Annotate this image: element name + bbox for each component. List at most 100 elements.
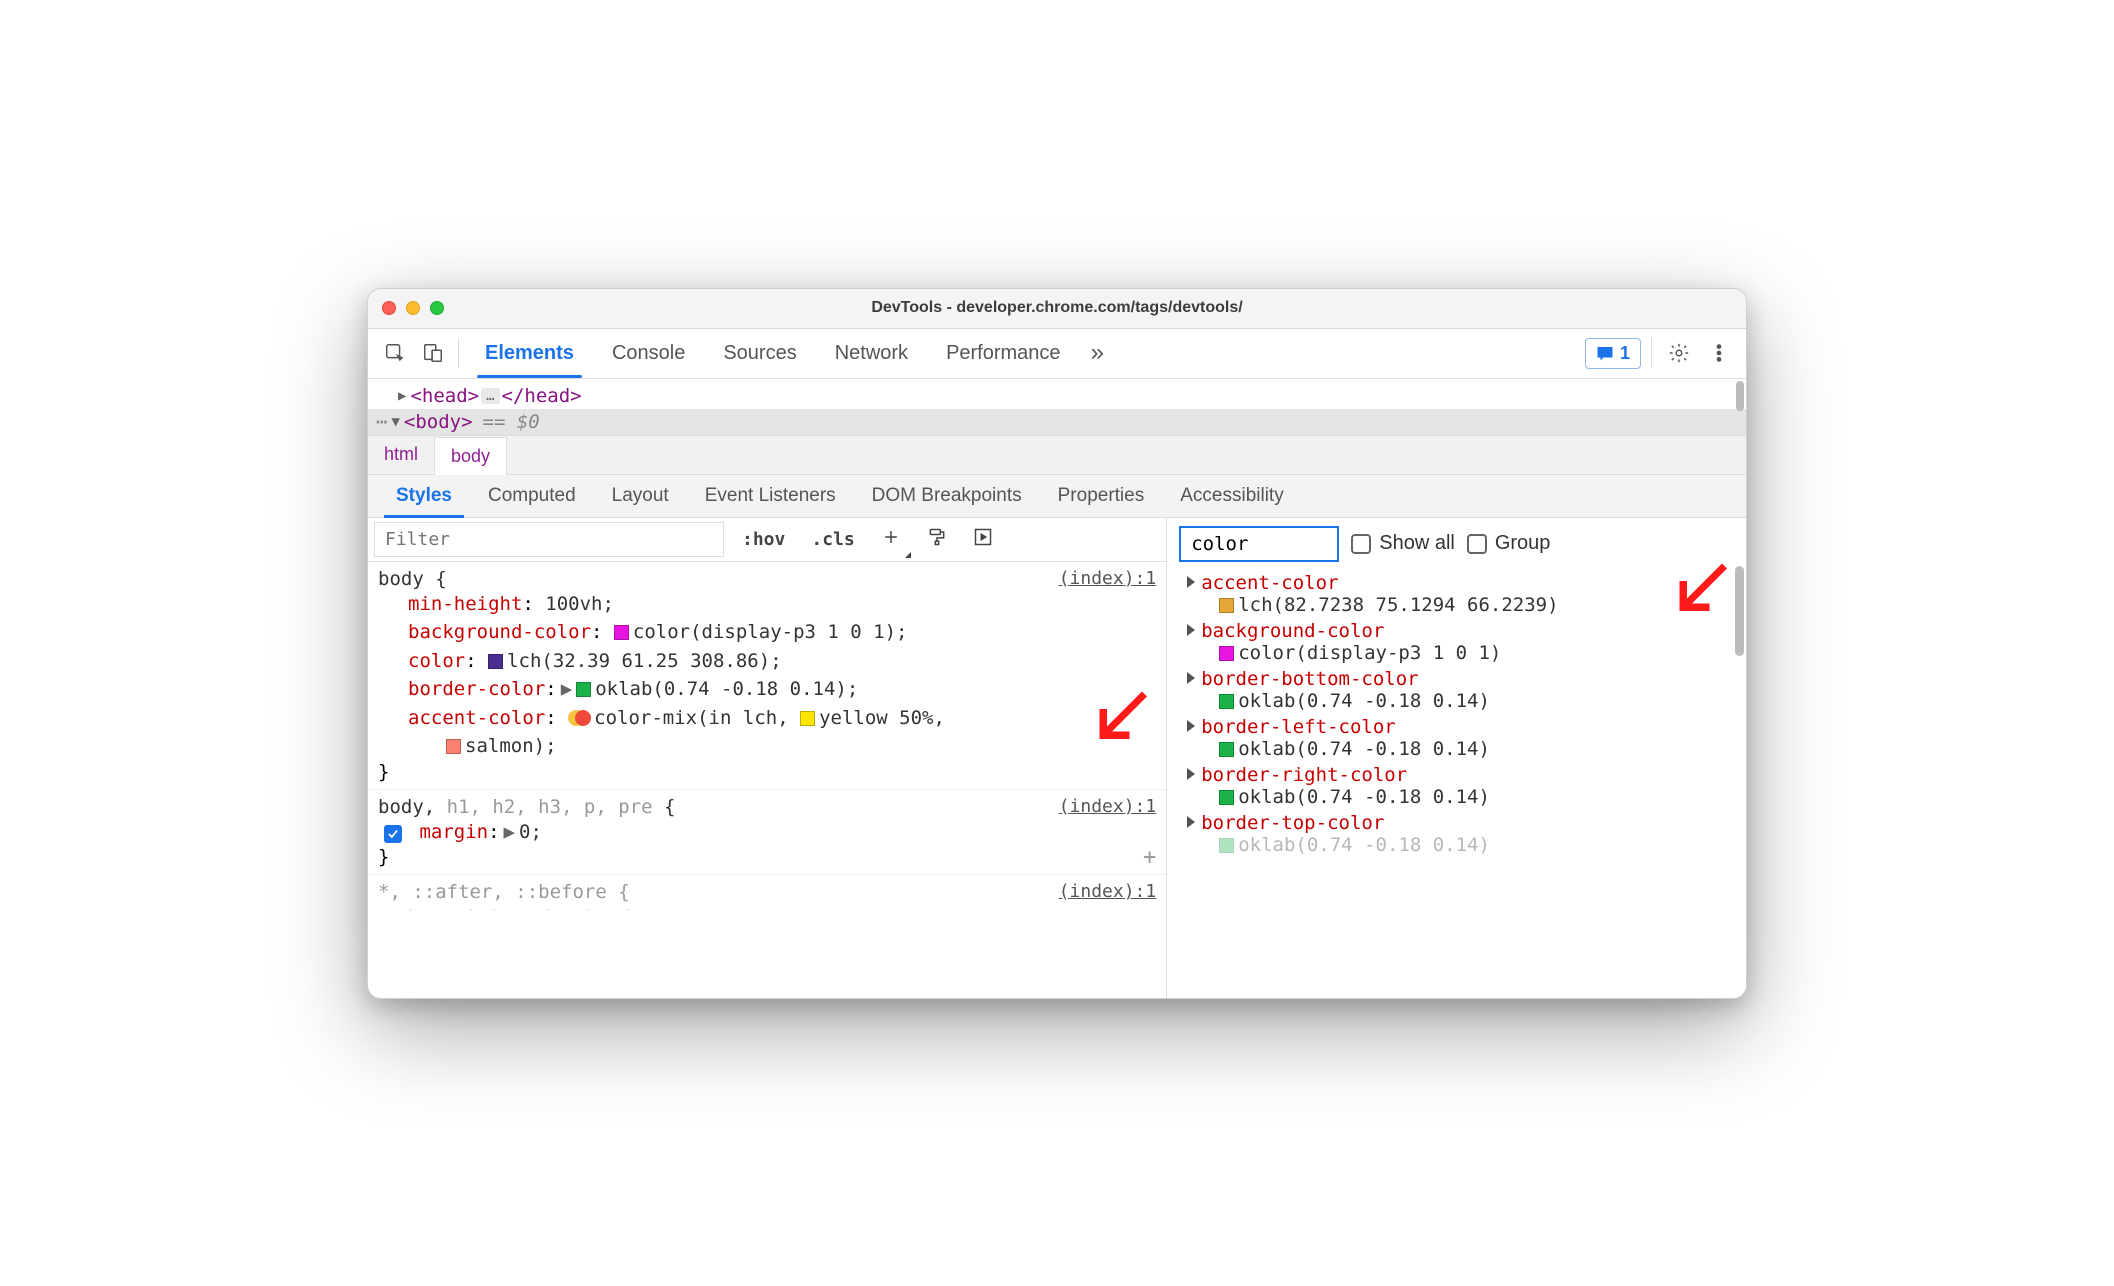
checkbox-icon[interactable] [1351, 534, 1371, 554]
rule-source-link[interactable]: (index):1 [1059, 568, 1157, 590]
computed-toggle-icon[interactable] [965, 523, 1001, 556]
expand-caret-icon[interactable] [1187, 816, 1195, 828]
device-toggle-icon[interactable] [416, 336, 450, 370]
dom-scrollbar[interactable] [1736, 381, 1744, 433]
computed-row[interactable]: background-color color(display-p3 1 0 1) [1173, 618, 1740, 666]
close-window-button[interactable] [382, 301, 396, 315]
overflow-ellipsis-icon: ⋯ [376, 411, 387, 433]
style-rule-body-group[interactable]: body, h1, h2, h3, p, pre { (index):1 mar… [368, 790, 1166, 876]
tab-performance[interactable]: Performance [928, 330, 1079, 377]
group-checkbox[interactable]: Group [1467, 532, 1551, 555]
dom-tree[interactable]: ▶ <head> … </head> ⋯ ▼ <body> == $0 [368, 379, 1746, 436]
tab-elements[interactable]: Elements [467, 330, 592, 377]
color-swatch-icon[interactable] [800, 711, 815, 726]
color-swatch-icon[interactable] [614, 625, 629, 640]
computed-row[interactable]: border-bottom-color oklab(0.74 -0.18 0.1… [1173, 666, 1740, 714]
rule-selector[interactable]: body { [378, 568, 447, 590]
expand-caret-icon[interactable] [1187, 768, 1195, 780]
dom-head-close: </head> [502, 385, 582, 407]
tab-console[interactable]: Console [594, 330, 703, 377]
subtab-properties[interactable]: Properties [1040, 475, 1163, 517]
breadcrumb-html[interactable]: html [368, 436, 434, 474]
new-style-rule-icon[interactable] [873, 523, 909, 556]
subtab-dom-breakpoints[interactable]: DOM Breakpoints [854, 475, 1040, 517]
color-swatch-icon[interactable] [1219, 598, 1234, 613]
separator [458, 338, 459, 368]
expand-caret-icon[interactable] [1187, 720, 1195, 732]
computed-row[interactable]: accent-color lch(82.7238 75.1294 66.2239… [1173, 570, 1740, 618]
subtab-computed[interactable]: Computed [470, 475, 594, 517]
color-swatch-icon[interactable] [1219, 790, 1234, 805]
toolbar-right: 1 [1585, 336, 1736, 370]
rule-source-link[interactable]: (index):1 [1059, 796, 1157, 818]
window-title: DevTools - developer.chrome.com/tags/dev… [368, 299, 1746, 317]
color-swatch-icon[interactable] [576, 682, 591, 697]
dom-body-row[interactable]: ⋯ ▼ <body> == $0 [368, 409, 1746, 435]
styles-computed-split: :hov .cls body { (index):1 [368, 518, 1746, 998]
computed-row[interactable]: border-top-color oklab(0.74 -0.18 0.14) [1173, 810, 1740, 858]
computed-list[interactable]: accent-color lch(82.7238 75.1294 66.2239… [1167, 570, 1746, 998]
expand-caret-icon[interactable]: ▶ [561, 678, 572, 700]
checkbox-icon[interactable] [1467, 534, 1487, 554]
inspect-element-icon[interactable] [378, 336, 412, 370]
dom-body-open[interactable]: <body> [404, 411, 473, 433]
expand-caret-icon[interactable] [1187, 624, 1195, 636]
zoom-window-button[interactable] [430, 301, 444, 315]
subtab-accessibility[interactable]: Accessibility [1162, 475, 1301, 517]
rule-source-link[interactable]: (index):1 [1059, 881, 1157, 903]
style-rule-body[interactable]: body { (index):1 min-height: 100vh; back… [368, 562, 1166, 790]
subtab-layout[interactable]: Layout [594, 475, 687, 517]
subtab-event-listeners[interactable]: Event Listeners [687, 475, 854, 517]
declaration[interactable]: margin:▶0; [378, 818, 1156, 847]
color-swatch-icon[interactable] [488, 654, 503, 669]
kebab-menu-icon[interactable] [1702, 336, 1736, 370]
titlebar: DevTools - developer.chrome.com/tags/dev… [368, 289, 1746, 329]
dom-head-open[interactable]: <head> [410, 385, 479, 407]
expand-caret-icon[interactable] [1187, 672, 1195, 684]
caret-right-icon[interactable]: ▶ [398, 388, 406, 404]
rule-selector[interactable]: body, h1, h2, h3, p, pre { [378, 796, 675, 818]
settings-gear-icon[interactable] [1662, 336, 1696, 370]
more-tabs-icon[interactable]: » [1081, 339, 1114, 367]
declaration[interactable]: border-color:▶oklab(0.74 -0.18 0.14); [378, 675, 1156, 704]
rule-selector[interactable]: *, ::after, ::before { [378, 881, 630, 903]
color-swatch-icon[interactable] [1219, 694, 1234, 709]
computed-row[interactable]: border-left-color oklab(0.74 -0.18 0.14) [1173, 714, 1740, 762]
expand-caret-icon[interactable]: ▶ [504, 821, 515, 843]
cls-toggle[interactable]: .cls [803, 525, 862, 554]
issues-badge[interactable]: 1 [1585, 338, 1641, 369]
declaration[interactable]: background-color: color(display-p3 1 0 1… [378, 618, 1156, 647]
tab-sources[interactable]: Sources [705, 330, 814, 377]
hov-toggle[interactable]: :hov [734, 525, 793, 554]
expand-caret-icon[interactable] [1187, 576, 1195, 588]
tab-network[interactable]: Network [817, 330, 926, 377]
styles-list[interactable]: body { (index):1 min-height: 100vh; back… [368, 562, 1166, 998]
separator [1651, 338, 1652, 368]
panel-tabs: Elements Console Sources Network Perform… [467, 330, 1581, 377]
collapsed-ellipsis-icon[interactable]: … [481, 388, 499, 404]
devtools-window: DevTools - developer.chrome.com/tags/dev… [367, 288, 1747, 999]
declaration[interactable]: color: lch(32.39 61.25 308.86); [378, 647, 1156, 676]
computed-scrollbar[interactable] [1735, 566, 1744, 656]
computed-row[interactable]: border-right-color oklab(0.74 -0.18 0.14… [1173, 762, 1740, 810]
computed-filter-input[interactable] [1179, 526, 1339, 562]
declaration[interactable]: min-height: 100vh; [378, 590, 1156, 619]
sidebar-tabs: Styles Computed Layout Event Listeners D… [368, 475, 1746, 518]
declaration-checkbox[interactable] [384, 825, 402, 843]
style-rule-universal[interactable]: *, ::after, ::before { (index):1 box-siz… [368, 875, 1166, 917]
breadcrumb-body[interactable]: body [434, 437, 507, 475]
rule-close-brace: } [378, 761, 1156, 783]
minimize-window-button[interactable] [406, 301, 420, 315]
paint-format-icon[interactable] [919, 523, 955, 556]
color-mix-swatch-icon[interactable] [568, 710, 590, 726]
caret-down-icon[interactable]: ▼ [391, 414, 399, 430]
show-all-checkbox[interactable]: Show all [1351, 532, 1455, 555]
subtab-styles[interactable]: Styles [378, 475, 470, 517]
color-swatch-icon[interactable] [1219, 742, 1234, 757]
styles-filter-input[interactable] [374, 522, 724, 557]
declaration[interactable]: accent-color: color-mix(in lch, yellow 5… [378, 704, 1156, 761]
color-swatch-icon[interactable] [1219, 646, 1234, 661]
color-swatch-icon[interactable] [446, 739, 461, 754]
insert-rule-icon[interactable]: + [1143, 845, 1156, 870]
color-swatch-icon[interactable] [1219, 838, 1234, 853]
